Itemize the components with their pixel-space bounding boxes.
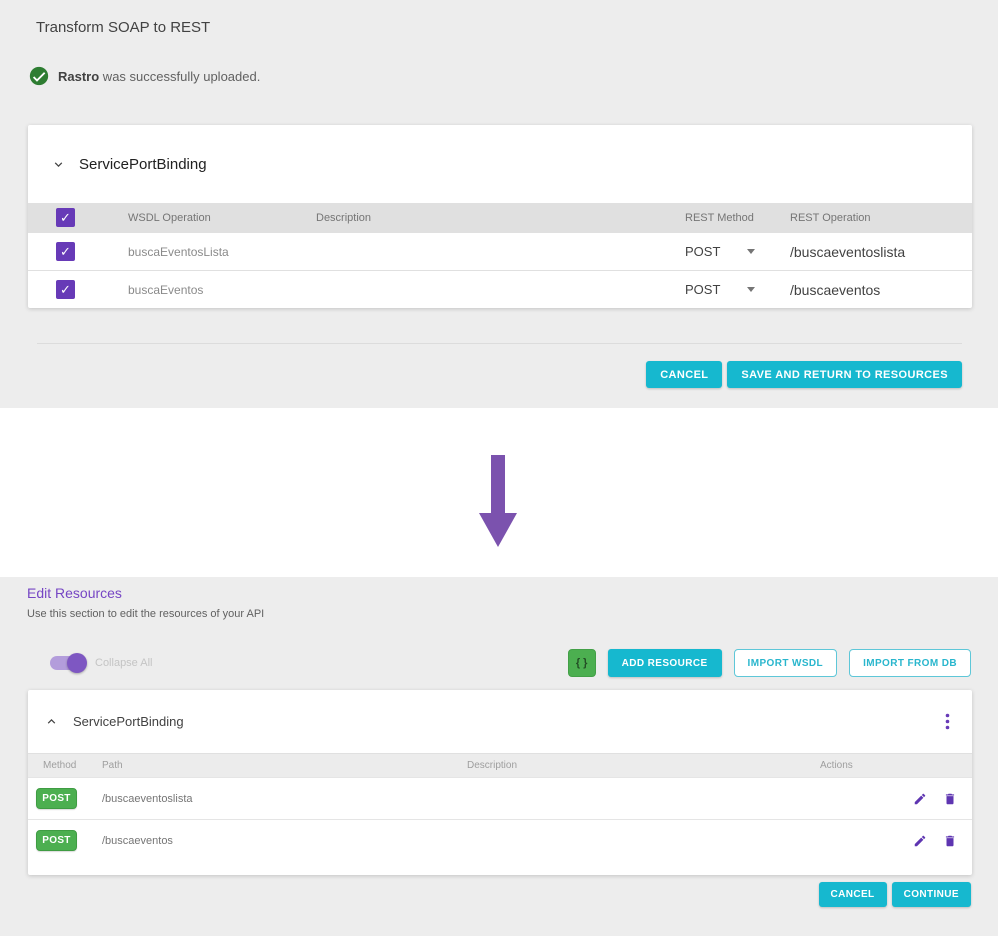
wsdl-operation: buscaEventosLista <box>128 245 316 259</box>
col-description: Description <box>467 760 820 771</box>
col-path: Path <box>102 760 467 771</box>
rest-method-select[interactable]: POST <box>685 282 790 297</box>
col-wsdl-operation: WSDL Operation <box>128 212 316 224</box>
code-braces-button[interactable]: { } <box>568 649 596 677</box>
resource-row: POST /buscaeventoslista <box>28 777 972 819</box>
edit-resources-panel: Edit Resources Use this section to edit … <box>0 577 998 936</box>
cancel-button[interactable]: CANCEL <box>646 361 722 388</box>
dropdown-caret-icon <box>747 249 755 254</box>
continue-button[interactable]: CONTINUE <box>892 882 971 907</box>
select-all-checkbox[interactable]: ✓ <box>56 208 75 227</box>
transform-soap-panel: Transform SOAP to REST Rastro was succes… <box>0 0 998 408</box>
success-message-text: was successfully uploaded. <box>99 69 260 84</box>
resource-card-title: ServicePortBinding <box>73 714 184 729</box>
service-port-binding-card: ServicePortBinding ✓ WSDL Operation Desc… <box>28 125 972 308</box>
binding-card-title: ServicePortBinding <box>79 156 207 173</box>
collapse-all-toggle[interactable]: Collapse All <box>50 649 152 677</box>
save-and-return-button[interactable]: SAVE AND RETURN TO RESOURCES <box>727 361 962 388</box>
resources-toolbar: Collapse All { } ADD RESOURCE IMPORT WSD… <box>0 649 998 677</box>
col-rest-method: REST Method <box>685 212 790 224</box>
delete-trash-icon[interactable] <box>943 834 957 848</box>
row-checkbox[interactable]: ✓ <box>56 242 75 261</box>
rest-method-value: POST <box>685 282 720 297</box>
import-from-db-button[interactable]: IMPORT FROM DB <box>849 649 971 677</box>
page-title: Transform SOAP to REST <box>36 19 210 36</box>
delete-trash-icon[interactable] <box>943 792 957 806</box>
dropdown-caret-icon <box>747 287 755 292</box>
cancel-button[interactable]: CANCEL <box>819 882 887 907</box>
resource-table-header: Method Path Description Actions <box>28 753 972 777</box>
collapse-all-label: Collapse All <box>95 657 152 669</box>
row-checkbox[interactable]: ✓ <box>56 280 75 299</box>
binding-card-header[interactable]: ServicePortBinding <box>28 125 972 203</box>
chevron-up-icon[interactable] <box>44 714 59 729</box>
kebab-menu-icon[interactable] <box>943 711 952 732</box>
edit-pencil-icon[interactable] <box>913 834 927 848</box>
wsdl-table-header: ✓ WSDL Operation Description REST Method… <box>28 203 972 232</box>
success-text: Rastro was successfully uploaded. <box>58 69 260 84</box>
col-actions: Actions <box>820 760 972 771</box>
table-row: ✓ buscaEventos POST /buscaeventos <box>28 270 972 308</box>
resource-card-header[interactable]: ServicePortBinding <box>28 690 972 753</box>
divider <box>37 343 962 344</box>
resource-path: /buscaeventoslista <box>102 793 467 805</box>
resource-path: /buscaeventos <box>102 835 467 847</box>
check-circle-icon <box>29 66 49 86</box>
method-badge: POST <box>36 830 77 851</box>
col-description: Description <box>316 212 685 224</box>
toggle-track[interactable] <box>50 656 84 670</box>
col-method: Method <box>43 760 102 771</box>
rest-operation: /buscaeventos <box>790 282 972 298</box>
uploaded-file-name: Rastro <box>58 69 99 84</box>
table-row: ✓ buscaEventosLista POST /buscaeventosli… <box>28 232 972 270</box>
edit-resources-title: Edit Resources <box>27 585 122 601</box>
rest-method-value: POST <box>685 244 720 259</box>
edit-resources-subtitle: Use this section to edit the resources o… <box>27 608 264 620</box>
resource-group-card: ServicePortBinding Method Path Descripti… <box>28 690 972 875</box>
transition-gap <box>0 408 998 577</box>
import-wsdl-button[interactable]: IMPORT WSDL <box>734 649 838 677</box>
rest-operation: /buscaeventoslista <box>790 244 972 260</box>
resource-row: POST /buscaeventos <box>28 819 972 861</box>
upload-success-message: Rastro was successfully uploaded. <box>29 66 260 86</box>
col-rest-operation: REST Operation <box>790 212 972 224</box>
wsdl-operation: buscaEventos <box>128 283 316 297</box>
down-arrow-icon <box>479 455 517 552</box>
edit-pencil-icon[interactable] <box>913 792 927 806</box>
add-resource-button[interactable]: ADD RESOURCE <box>608 649 722 677</box>
chevron-down-icon[interactable] <box>51 157 66 172</box>
method-badge: POST <box>36 788 77 809</box>
toggle-knob[interactable] <box>67 653 87 673</box>
rest-method-select[interactable]: POST <box>685 244 790 259</box>
